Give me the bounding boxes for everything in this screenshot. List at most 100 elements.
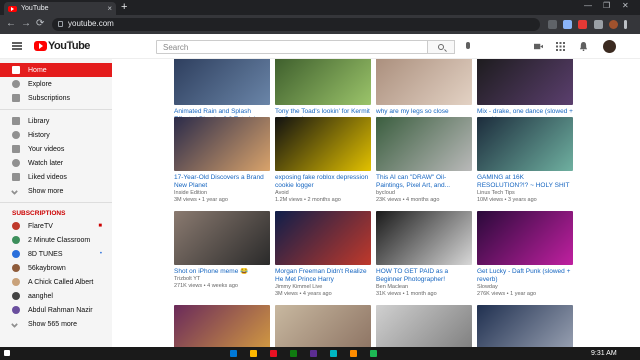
video-thumbnail[interactable] bbox=[477, 117, 573, 171]
video-title[interactable]: exposing fake roblox depression cookie l… bbox=[275, 174, 371, 190]
video-title[interactable]: Get Lucky - Daft Punk (slowed + reverb) bbox=[477, 268, 573, 284]
video-channel[interactable]: Ben Maclean bbox=[376, 284, 472, 291]
subscription-item[interactable]: 2 Minute Classroom bbox=[0, 233, 112, 247]
video-card[interactable] bbox=[174, 305, 270, 347]
video-thumbnail[interactable] bbox=[477, 59, 573, 105]
sidebar-item-home[interactable]: Home bbox=[0, 63, 112, 77]
sidebar-item-show-more-subscriptions[interactable]: Show 565 more bbox=[0, 317, 112, 331]
subscription-item[interactable]: FlareTV ■ bbox=[0, 219, 112, 233]
video-thumbnail[interactable] bbox=[376, 211, 472, 265]
sidebar-item-show-more[interactable]: Show more bbox=[0, 184, 112, 198]
video-thumbnail[interactable] bbox=[477, 211, 573, 265]
video-thumbnail[interactable] bbox=[376, 305, 472, 347]
search-button[interactable] bbox=[427, 40, 455, 54]
video-thumbnail[interactable] bbox=[275, 305, 371, 347]
subscription-item[interactable]: A Chick Called Albert bbox=[0, 275, 112, 289]
taskbar-app-icon[interactable] bbox=[330, 350, 337, 357]
video-title[interactable]: 17-Year-Old Discovers a Brand New Planet bbox=[174, 174, 270, 190]
video-card[interactable]: exposing fake roblox depression cookie l… bbox=[275, 117, 371, 204]
video-card[interactable]: 17-Year-Old Discovers a Brand New Planet… bbox=[174, 117, 270, 204]
tab-close-icon[interactable]: × bbox=[107, 4, 112, 13]
sidebar-item-library[interactable]: Library bbox=[0, 114, 112, 128]
video-card[interactable] bbox=[477, 305, 573, 347]
video-channel[interactable]: Linus Tech Tips bbox=[477, 190, 573, 197]
video-title[interactable]: GAMING at 16K RESOLUTION?!? ~ HOLY SHIT bbox=[477, 174, 573, 190]
reload-button[interactable]: ⟳ bbox=[36, 18, 44, 29]
taskbar-app-icon[interactable] bbox=[230, 350, 237, 357]
windows-start-icon[interactable] bbox=[4, 350, 10, 356]
sidebar-item-history[interactable]: History bbox=[0, 128, 112, 142]
subscription-label: Show 565 more bbox=[28, 320, 78, 328]
video-thumbnail[interactable] bbox=[174, 117, 270, 171]
notifications-icon[interactable] bbox=[579, 42, 588, 51]
video-thumbnail[interactable] bbox=[275, 59, 371, 105]
extensions-puzzle-icon[interactable] bbox=[594, 20, 603, 29]
browser-tab-youtube[interactable]: YouTube × bbox=[4, 2, 116, 15]
forward-button[interactable]: → bbox=[21, 18, 31, 29]
video-card[interactable] bbox=[275, 305, 371, 347]
sidebar-item-explore[interactable]: Explore bbox=[0, 77, 112, 91]
profile-icon[interactable] bbox=[609, 20, 618, 29]
sidebar-item-your-videos[interactable]: Your videos bbox=[0, 142, 112, 156]
subscription-label: A Chick Called Albert bbox=[28, 278, 94, 286]
sidebar-item-subscriptions[interactable]: Subscriptions bbox=[0, 91, 112, 105]
browser-menu-icon[interactable] bbox=[624, 20, 627, 29]
video-card[interactable]: GAMING at 16K RESOLUTION?!? ~ HOLY SHIT L… bbox=[477, 117, 573, 204]
taskbar-app-icon[interactable] bbox=[270, 350, 277, 357]
cast-icon[interactable] bbox=[548, 20, 557, 29]
video-title[interactable]: Shot on iPhone meme 😂 bbox=[174, 268, 270, 276]
video-card[interactable]: Morgan Freeman Didn't Realize He Met Pri… bbox=[275, 211, 371, 298]
minimize-button[interactable]: — bbox=[584, 1, 592, 10]
video-thumbnail[interactable] bbox=[174, 211, 270, 265]
taskbar-app-icon[interactable] bbox=[290, 350, 297, 357]
sidebar-item-liked-videos[interactable]: Liked videos bbox=[0, 170, 112, 184]
back-button[interactable]: ← bbox=[6, 18, 16, 29]
extension-red-icon[interactable] bbox=[578, 20, 587, 29]
video-thumbnail[interactable] bbox=[174, 305, 270, 347]
taskbar-app-icon[interactable] bbox=[250, 350, 257, 357]
close-window-button[interactable]: ✕ bbox=[622, 1, 629, 10]
video-thumbnail[interactable] bbox=[376, 117, 472, 171]
video-card[interactable]: Shot on iPhone meme 😂 Trizbolt YT 271K vie… bbox=[174, 211, 270, 290]
avatar[interactable] bbox=[603, 40, 616, 53]
youtube-logo-icon[interactable] bbox=[34, 41, 47, 51]
mic-icon[interactable] bbox=[466, 42, 470, 49]
menu-icon[interactable] bbox=[12, 42, 22, 50]
video-channel[interactable]: Slowday bbox=[477, 284, 573, 291]
video-thumbnail[interactable] bbox=[275, 117, 371, 171]
search-input[interactable]: Search bbox=[156, 40, 428, 54]
create-video-icon[interactable] bbox=[534, 42, 543, 51]
video-card[interactable]: This AI can "DRAW" Oil-Paintings, Pixel … bbox=[376, 117, 472, 204]
sidebar-item-watch-later[interactable]: Watch later bbox=[0, 156, 112, 170]
address-bar[interactable]: youtube.com bbox=[52, 18, 540, 31]
subscription-label: Abdul Rahman Nazir bbox=[28, 306, 93, 314]
subscription-item[interactable]: 56kaybrown bbox=[0, 261, 112, 275]
video-card[interactable] bbox=[376, 305, 472, 347]
video-thumbnail[interactable] bbox=[376, 59, 472, 105]
apps-icon[interactable] bbox=[556, 42, 565, 51]
subscription-item[interactable]: Abdul Rahman Nazir bbox=[0, 303, 112, 317]
subscription-item[interactable]: aanghel bbox=[0, 289, 112, 303]
video-card[interactable]: Get Lucky - Daft Punk (slowed + reverb) S… bbox=[477, 211, 573, 298]
video-thumbnail[interactable] bbox=[477, 305, 573, 347]
taskbar-app-icon[interactable] bbox=[370, 350, 377, 357]
video-title[interactable]: HOW TO GET PAID as a Beginner Photograph… bbox=[376, 268, 472, 284]
video-card[interactable]: HOW TO GET PAID as a Beginner Photograph… bbox=[376, 211, 472, 298]
video-channel[interactable]: bycloud bbox=[376, 190, 472, 197]
zoom-icon[interactable] bbox=[563, 20, 572, 29]
subscription-item[interactable]: 8D TUNES • bbox=[0, 247, 112, 261]
new-tab-button[interactable]: + bbox=[121, 1, 127, 13]
video-channel[interactable]: Jimmy Kimmel Live bbox=[275, 284, 371, 291]
video-channel[interactable]: Inside Edition bbox=[174, 190, 270, 197]
video-channel[interactable]: Avoid bbox=[275, 190, 371, 197]
video-title[interactable]: Morgan Freeman Didn't Realize He Met Pri… bbox=[275, 268, 371, 284]
taskbar-app-icon[interactable] bbox=[310, 350, 317, 357]
video-thumbnail[interactable] bbox=[174, 59, 270, 105]
maximize-button[interactable]: ❐ bbox=[603, 1, 610, 10]
video-thumbnail[interactable] bbox=[275, 211, 371, 265]
video-stats: 1.2M views • 2 months ago bbox=[275, 197, 341, 203]
video-channel[interactable]: Trizbolt YT bbox=[174, 276, 270, 283]
taskbar-app-icon[interactable] bbox=[350, 350, 357, 357]
video-stats: 271K views • 4 weeks ago bbox=[174, 283, 238, 289]
video-title[interactable]: This AI can "DRAW" Oil-Paintings, Pixel … bbox=[376, 174, 472, 190]
